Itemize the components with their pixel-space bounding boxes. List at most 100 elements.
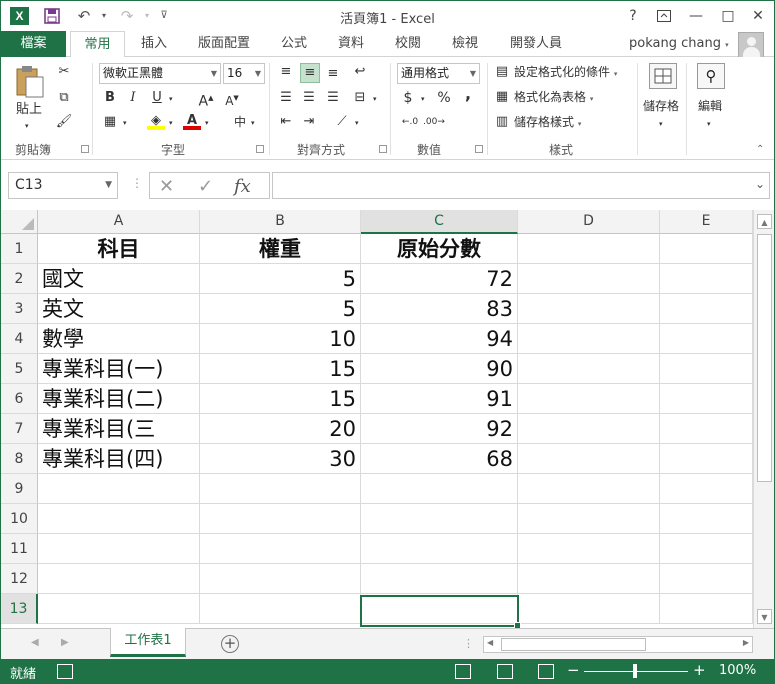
cell-b13[interactable] — [200, 594, 361, 624]
row-header-11[interactable]: 11 — [1, 534, 38, 564]
row-header-5[interactable]: 5 — [1, 354, 38, 384]
cell-b12[interactable] — [200, 564, 361, 594]
select-all-button[interactable] — [1, 210, 38, 234]
new-sheet-button[interactable]: + — [221, 635, 239, 653]
copy-icon[interactable]: ⧉ — [55, 89, 73, 107]
number-format-select[interactable]: 通用格式 ▼ — [397, 63, 480, 84]
cell-a11[interactable] — [38, 534, 200, 564]
cell-d8[interactable] — [518, 444, 660, 474]
tab-review[interactable]: 校閱 — [385, 31, 431, 58]
cut-icon[interactable]: ✂ — [55, 63, 73, 81]
cells-icon[interactable] — [649, 63, 677, 89]
name-box[interactable]: C13 ▼ — [8, 172, 118, 199]
row-header-2[interactable]: 2 — [1, 264, 38, 294]
row-header-10[interactable]: 10 — [1, 504, 38, 534]
top-align-icon[interactable]: ≡ — [277, 63, 295, 81]
tab-view[interactable]: 檢視 — [442, 31, 488, 58]
paste-button[interactable]: 貼上 — [16, 101, 42, 119]
cell-e5[interactable] — [660, 354, 753, 384]
sheet-tab-1[interactable]: 工作表1 — [110, 628, 186, 657]
scroll-right-icon[interactable]: ▶ — [743, 638, 749, 647]
zoom-level[interactable]: 100% — [719, 663, 756, 678]
cell-b1[interactable]: 權重 — [200, 234, 361, 264]
cell-d2[interactable] — [518, 264, 660, 294]
row-header-9[interactable]: 9 — [1, 474, 38, 504]
tab-insert[interactable]: 插入 — [131, 31, 177, 58]
restore-button[interactable]: □ — [717, 5, 739, 27]
underline-dropdown-icon[interactable]: ▾ — [169, 90, 173, 108]
scroll-up-icon[interactable]: ▲ — [757, 214, 772, 229]
page-break-view-icon[interactable] — [538, 664, 554, 679]
expand-formula-icon[interactable]: ⌄ — [755, 177, 765, 191]
increase-indent-icon[interactable]: ⇥ — [300, 113, 318, 131]
borders-icon[interactable]: ▦ — [101, 113, 119, 131]
cell-b9[interactable] — [200, 474, 361, 504]
cell-a9[interactable] — [38, 474, 200, 504]
tab-file[interactable]: 檔案 — [1, 31, 66, 57]
cell-d1[interactable] — [518, 234, 660, 264]
selected-cell-c13[interactable] — [360, 595, 521, 628]
cell-d6[interactable] — [518, 384, 660, 414]
currency-dropdown-icon[interactable]: ▾ — [421, 90, 425, 108]
normal-view-icon[interactable] — [455, 664, 471, 679]
cell-b11[interactable] — [200, 534, 361, 564]
font-color-icon[interactable]: A — [183, 112, 201, 130]
cell-e6[interactable] — [660, 384, 753, 414]
cell-e7[interactable] — [660, 414, 753, 444]
cells-button[interactable]: 儲存格 — [643, 97, 679, 115]
zoom-slider-thumb[interactable] — [633, 664, 637, 678]
fill-color-dropdown-icon[interactable]: ▾ — [169, 114, 173, 132]
scroll-left-icon[interactable]: ◀ — [487, 638, 493, 647]
tab-data[interactable]: 資料 — [328, 31, 374, 58]
format-as-table-icon[interactable]: ▦ — [493, 88, 511, 106]
cell-b5[interactable]: 15 — [200, 354, 361, 384]
macro-record-icon[interactable] — [57, 664, 73, 679]
bottom-align-icon[interactable]: ≡ — [324, 65, 342, 83]
percent-button[interactable]: % — [435, 89, 453, 107]
cell-c4[interactable]: 94 — [361, 324, 518, 354]
cell-d5[interactable] — [518, 354, 660, 384]
tab-formulas[interactable]: 公式 — [271, 31, 317, 58]
cell-e8[interactable] — [660, 444, 753, 474]
orientation-icon[interactable]: ⟋ — [333, 113, 351, 131]
cell-c2[interactable]: 72 — [361, 264, 518, 294]
column-header-e[interactable]: E — [660, 210, 753, 234]
cell-c12[interactable] — [361, 564, 518, 594]
cell-c6[interactable]: 91 — [361, 384, 518, 414]
cell-a10[interactable] — [38, 504, 200, 534]
font-color-dropdown-icon[interactable]: ▾ — [205, 114, 209, 132]
column-header-b[interactable]: B — [200, 210, 361, 234]
cell-b6[interactable]: 15 — [200, 384, 361, 414]
cell-d11[interactable] — [518, 534, 660, 564]
underline-button[interactable]: U — [148, 89, 166, 107]
cell-a13[interactable] — [38, 594, 200, 624]
cell-b4[interactable]: 10 — [200, 324, 361, 354]
cell-c7[interactable]: 92 — [361, 414, 518, 444]
cell-e12[interactable] — [660, 564, 753, 594]
cell-e13[interactable] — [660, 594, 753, 624]
cell-a12[interactable] — [38, 564, 200, 594]
cell-d10[interactable] — [518, 504, 660, 534]
help-button[interactable]: ? — [622, 5, 644, 27]
format-painter-icon[interactable]: 🖌 — [55, 113, 73, 131]
zoom-in-button[interactable]: + — [693, 661, 706, 679]
vertical-scroll-thumb[interactable] — [757, 234, 772, 482]
cell-b2[interactable]: 5 — [200, 264, 361, 294]
close-button[interactable]: ✕ — [747, 5, 769, 27]
cell-d3[interactable] — [518, 294, 660, 324]
row-header-12[interactable]: 12 — [1, 564, 38, 594]
cell-a5[interactable]: 專業科目(一) — [38, 354, 200, 384]
italic-button[interactable]: I — [124, 89, 142, 107]
tab-developer[interactable]: 開發人員 — [501, 31, 571, 58]
paste-icon[interactable] — [13, 65, 47, 103]
cell-b8[interactable]: 30 — [200, 444, 361, 474]
increase-decimal-icon[interactable]: ←.0 — [399, 113, 421, 131]
bold-button[interactable]: B — [101, 89, 119, 107]
cell-a2[interactable]: 國文 — [38, 264, 200, 294]
cell-a8[interactable]: 專業科目(四) — [38, 444, 200, 474]
row-header-6[interactable]: 6 — [1, 384, 38, 414]
cell-a3[interactable]: 英文 — [38, 294, 200, 324]
scroll-down-icon[interactable]: ▼ — [757, 609, 772, 624]
row-header-13[interactable]: 13 — [1, 594, 38, 624]
paste-dropdown-icon[interactable]: ▾ — [25, 117, 29, 135]
